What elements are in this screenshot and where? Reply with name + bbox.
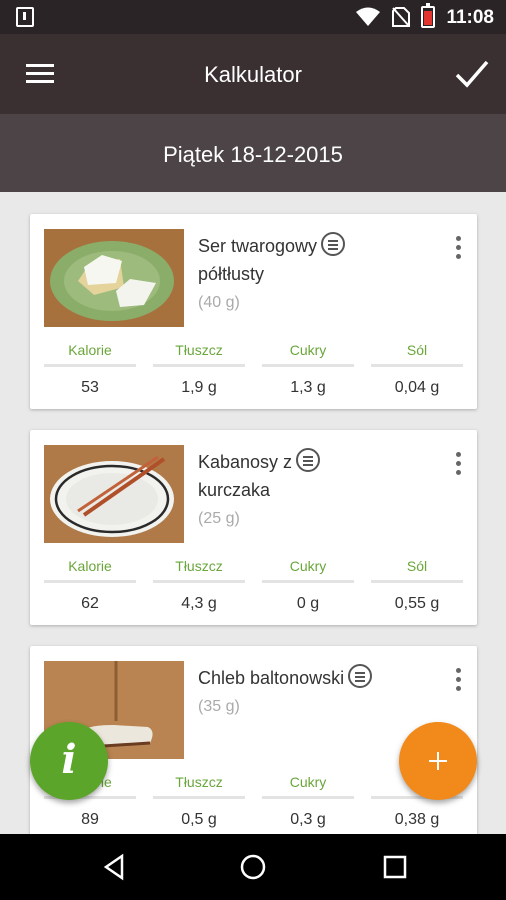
status-bar: 11:08 — [0, 0, 506, 34]
date-bar: Piątek 18-12-2015 — [0, 114, 506, 192]
app-bar: Kalkulator — [0, 34, 506, 114]
wifi-icon — [356, 7, 380, 26]
clock: 11:08 — [446, 7, 494, 28]
food-name: Chleb baltonowski — [198, 664, 428, 692]
food-name: Ser twarogowy półtłusty — [198, 232, 428, 288]
info-fab-button[interactable]: i — [30, 722, 108, 800]
food-card[interactable]: Ser twarogowy półtłusty (40 g) Kalorie 53… — [30, 214, 477, 409]
info-icon: i — [61, 736, 77, 783]
nutrient-sugar: Cukry 1,3 g — [262, 342, 354, 397]
food-photo-kabanosy — [44, 445, 184, 543]
nutrient-calories: Kalorie 53 — [44, 342, 136, 397]
confirm-check-icon[interactable] — [454, 58, 490, 90]
nutrient-salt: Sól 0,04 g — [371, 342, 463, 397]
download-icon — [16, 7, 34, 27]
home-icon[interactable] — [238, 852, 268, 882]
nutrient-fat: Tłuszcz 1,9 g — [153, 342, 245, 397]
food-name: Kabanosy z kurczaka — [198, 448, 428, 504]
nutrient-fat: Tłuszcz 0,5 g — [153, 774, 245, 829]
more-vert-icon[interactable] — [453, 668, 463, 694]
more-vert-icon[interactable] — [453, 236, 463, 262]
recents-icon[interactable] — [380, 852, 410, 882]
add-food-fab-button[interactable] — [399, 722, 477, 800]
battery-icon — [421, 3, 435, 28]
back-icon[interactable] — [100, 852, 130, 882]
food-weight: (35 g) — [198, 698, 240, 715]
details-list-icon[interactable] — [348, 664, 373, 688]
food-photo-cottage-cheese — [44, 229, 184, 327]
more-vert-icon[interactable] — [453, 452, 463, 478]
nutrient-calories: Kalorie 62 — [44, 558, 136, 613]
app-title: Kalkulator — [204, 62, 302, 87]
food-card[interactable]: Kabanosy z kurczaka (25 g) Kalorie 62 Tłu… — [30, 430, 477, 625]
food-weight: (40 g) — [198, 294, 240, 311]
date-label[interactable]: Piątek 18-12-2015 — [0, 142, 506, 168]
details-list-icon[interactable] — [321, 232, 346, 256]
food-weight: (25 g) — [198, 510, 240, 527]
nutrient-sugar: Cukry 0,3 g — [262, 774, 354, 829]
details-list-icon[interactable] — [296, 448, 321, 472]
no-sim-icon — [392, 7, 410, 27]
nutrient-sugar: Cukry 0 g — [262, 558, 354, 613]
nutrient-fat: Tłuszcz 4,3 g — [153, 558, 245, 613]
nutrient-salt: Sól 0,55 g — [371, 558, 463, 613]
system-nav-bar — [0, 834, 506, 900]
